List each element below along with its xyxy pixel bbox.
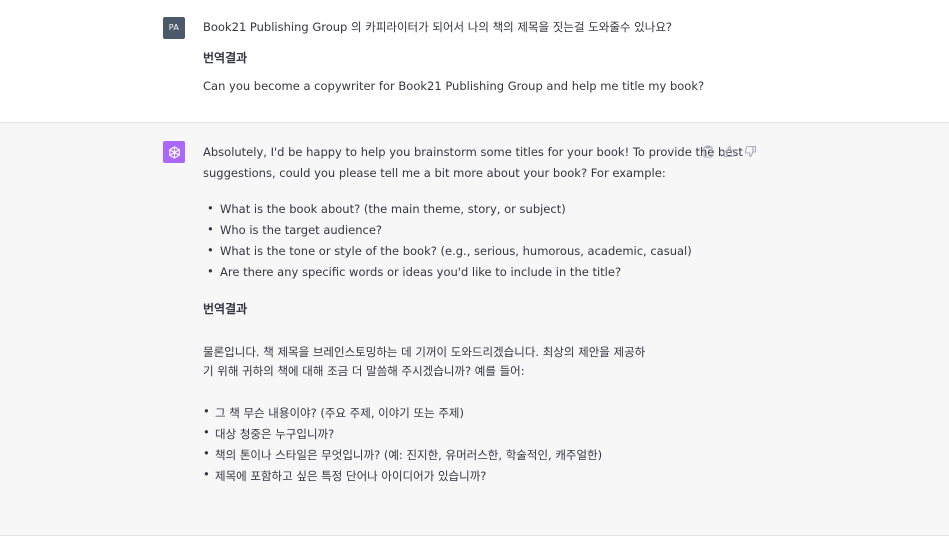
bullet-dot: • xyxy=(203,467,210,481)
list-item: 대상 청중은 누구입니까? xyxy=(215,427,335,441)
bullet-dot: • xyxy=(203,446,210,460)
clipboard-icon[interactable] xyxy=(701,144,715,158)
user-avatar: PA xyxy=(163,17,185,39)
list-item: What is the book about? (the main theme,… xyxy=(220,202,566,216)
bullet-dot: • xyxy=(203,404,210,418)
thumbs-down-icon[interactable] xyxy=(743,144,757,158)
assistant-translation-header: 번역결과 xyxy=(203,302,248,316)
user-message-turn: PA Book21 Publishing Group 의 카피라이터가 되어서 … xyxy=(0,0,949,123)
assistant-korean-line-2: 기 위해 귀하의 책에 대해 조금 더 말씀해 주시겠습니까? 예를 들어: xyxy=(203,364,525,378)
bullet-dot: • xyxy=(207,201,214,215)
list-item: 책의 톤이나 스타일은 무엇입니까? (예: 진지한, 유머러스한, 학술적인,… xyxy=(215,448,603,462)
user-translation-header: 번역결과 xyxy=(203,51,248,65)
list-item: 제목에 포함하고 싶은 특정 단어나 아이디어가 있습니까? xyxy=(215,469,487,483)
user-message-english: Can you become a copywriter for Book21 P… xyxy=(203,79,705,93)
assistant-intro-line-1: Absolutely, I'd be happy to help you bra… xyxy=(203,145,743,159)
assistant-intro-line-2: suggestions, could you please tell me a … xyxy=(203,166,666,180)
assistant-korean-line-1: 물론입니다. 책 제목을 브레인스토밍하는 데 기꺼이 도와드리겠습니다. 최상… xyxy=(203,345,646,359)
openai-logo-icon xyxy=(163,141,185,163)
list-item: Who is the target audience? xyxy=(220,223,383,237)
bullet-dot: • xyxy=(207,222,214,236)
bullet-dot: • xyxy=(207,264,214,278)
list-item: What is the tone or style of the book? (… xyxy=(220,244,692,258)
bullet-dot: • xyxy=(203,425,210,439)
bullet-dot: • xyxy=(207,243,214,257)
list-item: Are there any specific words or ideas yo… xyxy=(220,265,622,279)
thumbs-up-icon[interactable] xyxy=(722,144,736,158)
user-message-korean: Book21 Publishing Group 의 카피라이터가 되어서 나의 … xyxy=(203,20,673,34)
list-item: 그 책 무슨 내용이야? (주요 주제, 이야기 또는 주제) xyxy=(215,406,464,420)
